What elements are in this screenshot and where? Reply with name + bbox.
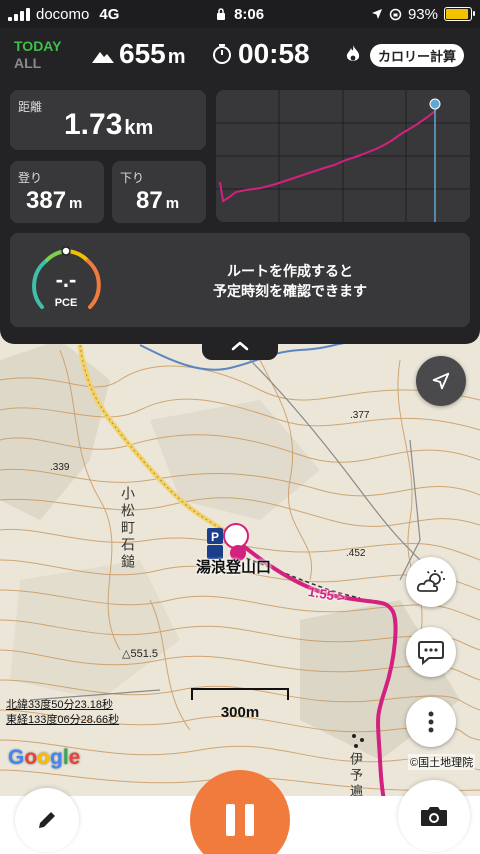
- more-button[interactable]: [406, 697, 456, 747]
- network-type: 4G: [99, 5, 120, 23]
- ascent-card[interactable]: 登り 387 m: [10, 161, 104, 223]
- longitude: 東経133度06分28.66秒: [6, 714, 120, 726]
- chat-button[interactable]: [406, 627, 456, 677]
- mountain-icon: [92, 52, 114, 63]
- trailhead-label[interactable]: 湯浪登山口: [196, 556, 271, 577]
- scale-bar: 300m: [191, 688, 289, 721]
- elevation-profile-graph: [216, 90, 470, 222]
- camera-button[interactable]: [398, 780, 470, 852]
- weather-icon: [416, 570, 445, 592]
- edit-button[interactable]: [15, 788, 79, 852]
- signal-strength-icon: [8, 7, 30, 21]
- elevation-unit: m: [167, 46, 186, 68]
- elevation-profile[interactable]: [216, 90, 470, 222]
- distance-label: 距離: [18, 100, 43, 114]
- pce-message-line1: ルートを作成すると: [227, 263, 353, 279]
- ascent-label: 登り: [18, 171, 43, 185]
- svg-text:P: P: [211, 530, 219, 544]
- spot-elevation: .377: [350, 410, 370, 421]
- descent-unit: m: [165, 195, 180, 212]
- ascent-readout: 387 m: [26, 187, 82, 215]
- summary-row: TODAY ALL 655 m 00:58 カロリー計算: [0, 28, 480, 82]
- camera-icon: [421, 807, 447, 826]
- calorie-calc-button[interactable]: カロリー計算: [370, 44, 465, 67]
- period-all[interactable]: ALL: [14, 55, 61, 72]
- distance-readout: 1.73 km: [64, 108, 153, 142]
- flame-icon: [346, 45, 360, 61]
- coordinates: 北緯33度50分23.18秒 東経133度06分28.66秒: [6, 698, 119, 728]
- elapsed-time: 00:58: [238, 38, 310, 69]
- battery-icon: [444, 7, 475, 21]
- latitude: 北緯33度50分23.18秒: [6, 699, 113, 711]
- pce-message: ルートを作成すると 予定時刻を確認できます: [140, 261, 440, 301]
- pause-icon: [226, 804, 254, 836]
- ascent-unit: m: [69, 195, 83, 212]
- carrier-name: docomo: [36, 5, 90, 23]
- route-name: 伊予遍: [348, 752, 363, 800]
- mountain-name: 小松町石鎚: [120, 486, 136, 571]
- pce-label: PCE: [54, 297, 78, 309]
- elevation-value: 655: [119, 38, 166, 69]
- location-arrow-icon: [432, 372, 450, 390]
- pencil-icon: [39, 812, 55, 828]
- pce-card[interactable]: -.- PCE ルートを作成すると 予定時刻を確認できます: [10, 233, 470, 327]
- descent-readout: 87 m: [136, 187, 179, 215]
- elevation-readout: 655 m: [92, 38, 186, 70]
- status-bar: docomo 4G 8:06 93%: [0, 0, 480, 28]
- descent-value: 87: [136, 187, 163, 214]
- distance-unit: km: [124, 117, 154, 139]
- gsi-credit: ©国土地理院: [408, 754, 476, 770]
- descent-card[interactable]: 下り 87 m: [112, 161, 206, 223]
- lock-icon: [216, 7, 225, 20]
- scale-label: 300m: [220, 704, 260, 721]
- elapsed-time-readout: 00:58: [212, 38, 310, 70]
- battery-percent: 93%: [407, 5, 438, 23]
- activity-panel: TODAY ALL 655 m 00:58 カロリー計算 距離 1.73 km …: [0, 28, 480, 344]
- rotation-lock-icon: [389, 8, 402, 20]
- spot-elevation: .452: [346, 548, 366, 559]
- period-today[interactable]: TODAY: [14, 38, 61, 55]
- spot-elevation: .339: [50, 462, 70, 473]
- more-vertical-icon: [428, 711, 434, 733]
- period-toggle[interactable]: TODAY ALL: [14, 38, 61, 72]
- distance-card[interactable]: 距離 1.73 km: [10, 90, 206, 150]
- pce-value: -.-: [55, 267, 77, 292]
- google-logo: Google: [8, 746, 81, 769]
- spot-elevation: △551.5: [122, 648, 158, 660]
- weather-button[interactable]: [406, 557, 456, 607]
- speech-bubble-icon: [418, 641, 444, 665]
- chevron-up-icon: [231, 341, 249, 351]
- panel-expand-tab[interactable]: [202, 332, 278, 360]
- descent-label: 下り: [120, 171, 145, 185]
- clock-time: 8:06: [234, 5, 265, 23]
- ascent-value: 387: [26, 187, 67, 214]
- pce-message-line2: 予定時刻を確認できます: [213, 283, 367, 299]
- location-button[interactable]: [416, 356, 466, 406]
- location-services-icon: [371, 9, 382, 19]
- distance-value: 1.73: [64, 108, 123, 141]
- stopwatch-icon: [213, 44, 231, 64]
